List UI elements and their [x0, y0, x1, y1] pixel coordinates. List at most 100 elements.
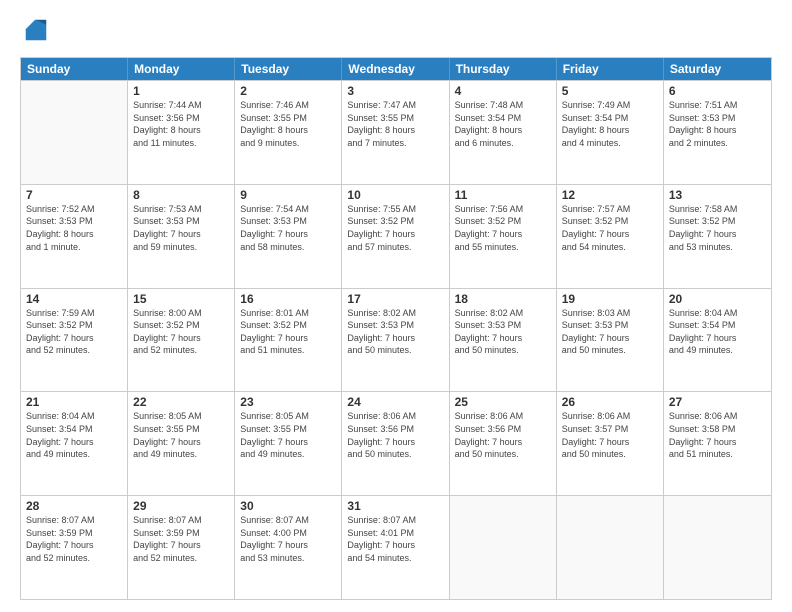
cal-cell: 20Sunrise: 8:04 AM Sunset: 3:54 PM Dayli…	[664, 289, 771, 392]
cal-cell: 17Sunrise: 8:02 AM Sunset: 3:53 PM Dayli…	[342, 289, 449, 392]
cal-cell: 24Sunrise: 8:06 AM Sunset: 3:56 PM Dayli…	[342, 392, 449, 495]
cal-cell: 23Sunrise: 8:05 AM Sunset: 3:55 PM Dayli…	[235, 392, 342, 495]
day-number: 14	[26, 292, 122, 306]
cal-cell: 6Sunrise: 7:51 AM Sunset: 3:53 PM Daylig…	[664, 81, 771, 184]
day-info: Sunrise: 7:57 AM Sunset: 3:52 PM Dayligh…	[562, 203, 658, 253]
day-number: 15	[133, 292, 229, 306]
calendar-body: 1Sunrise: 7:44 AM Sunset: 3:56 PM Daylig…	[21, 80, 771, 599]
day-number: 5	[562, 84, 658, 98]
day-number: 2	[240, 84, 336, 98]
week-row-1: 1Sunrise: 7:44 AM Sunset: 3:56 PM Daylig…	[21, 80, 771, 184]
day-number: 16	[240, 292, 336, 306]
logo-text	[20, 16, 50, 49]
day-info: Sunrise: 8:02 AM Sunset: 3:53 PM Dayligh…	[347, 307, 443, 357]
day-info: Sunrise: 8:07 AM Sunset: 4:00 PM Dayligh…	[240, 514, 336, 564]
day-info: Sunrise: 7:51 AM Sunset: 3:53 PM Dayligh…	[669, 99, 766, 149]
day-number: 25	[455, 395, 551, 409]
cal-cell: 1Sunrise: 7:44 AM Sunset: 3:56 PM Daylig…	[128, 81, 235, 184]
cal-cell: 22Sunrise: 8:05 AM Sunset: 3:55 PM Dayli…	[128, 392, 235, 495]
day-number: 20	[669, 292, 766, 306]
cal-cell: 30Sunrise: 8:07 AM Sunset: 4:00 PM Dayli…	[235, 496, 342, 599]
day-number: 4	[455, 84, 551, 98]
day-info: Sunrise: 8:07 AM Sunset: 4:01 PM Dayligh…	[347, 514, 443, 564]
day-number: 10	[347, 188, 443, 202]
week-row-5: 28Sunrise: 8:07 AM Sunset: 3:59 PM Dayli…	[21, 495, 771, 599]
cal-cell: 15Sunrise: 8:00 AM Sunset: 3:52 PM Dayli…	[128, 289, 235, 392]
cal-cell: 28Sunrise: 8:07 AM Sunset: 3:59 PM Dayli…	[21, 496, 128, 599]
cal-cell: 12Sunrise: 7:57 AM Sunset: 3:52 PM Dayli…	[557, 185, 664, 288]
cal-cell: 3Sunrise: 7:47 AM Sunset: 3:55 PM Daylig…	[342, 81, 449, 184]
day-info: Sunrise: 8:07 AM Sunset: 3:59 PM Dayligh…	[26, 514, 122, 564]
cal-cell: 2Sunrise: 7:46 AM Sunset: 3:55 PM Daylig…	[235, 81, 342, 184]
day-header-thursday: Thursday	[450, 58, 557, 80]
day-info: Sunrise: 7:48 AM Sunset: 3:54 PM Dayligh…	[455, 99, 551, 149]
header	[20, 16, 772, 49]
day-info: Sunrise: 8:03 AM Sunset: 3:53 PM Dayligh…	[562, 307, 658, 357]
cal-cell: 18Sunrise: 8:02 AM Sunset: 3:53 PM Dayli…	[450, 289, 557, 392]
day-number: 27	[669, 395, 766, 409]
logo	[20, 16, 50, 49]
day-number: 30	[240, 499, 336, 513]
cal-cell	[664, 496, 771, 599]
cal-cell: 13Sunrise: 7:58 AM Sunset: 3:52 PM Dayli…	[664, 185, 771, 288]
cal-cell: 16Sunrise: 8:01 AM Sunset: 3:52 PM Dayli…	[235, 289, 342, 392]
cal-cell: 29Sunrise: 8:07 AM Sunset: 3:59 PM Dayli…	[128, 496, 235, 599]
day-info: Sunrise: 7:46 AM Sunset: 3:55 PM Dayligh…	[240, 99, 336, 149]
day-info: Sunrise: 8:06 AM Sunset: 3:58 PM Dayligh…	[669, 410, 766, 460]
day-number: 13	[669, 188, 766, 202]
day-number: 17	[347, 292, 443, 306]
day-info: Sunrise: 8:06 AM Sunset: 3:56 PM Dayligh…	[455, 410, 551, 460]
day-info: Sunrise: 8:07 AM Sunset: 3:59 PM Dayligh…	[133, 514, 229, 564]
day-info: Sunrise: 8:05 AM Sunset: 3:55 PM Dayligh…	[133, 410, 229, 460]
week-row-2: 7Sunrise: 7:52 AM Sunset: 3:53 PM Daylig…	[21, 184, 771, 288]
day-info: Sunrise: 7:59 AM Sunset: 3:52 PM Dayligh…	[26, 307, 122, 357]
cal-cell: 31Sunrise: 8:07 AM Sunset: 4:01 PM Dayli…	[342, 496, 449, 599]
day-info: Sunrise: 8:02 AM Sunset: 3:53 PM Dayligh…	[455, 307, 551, 357]
cal-cell: 10Sunrise: 7:55 AM Sunset: 3:52 PM Dayli…	[342, 185, 449, 288]
day-header-sunday: Sunday	[21, 58, 128, 80]
day-number: 19	[562, 292, 658, 306]
day-header-wednesday: Wednesday	[342, 58, 449, 80]
day-header-tuesday: Tuesday	[235, 58, 342, 80]
day-number: 1	[133, 84, 229, 98]
day-number: 3	[347, 84, 443, 98]
day-info: Sunrise: 8:06 AM Sunset: 3:56 PM Dayligh…	[347, 410, 443, 460]
day-number: 7	[26, 188, 122, 202]
cal-cell: 21Sunrise: 8:04 AM Sunset: 3:54 PM Dayli…	[21, 392, 128, 495]
day-header-monday: Monday	[128, 58, 235, 80]
day-number: 21	[26, 395, 122, 409]
cal-cell: 8Sunrise: 7:53 AM Sunset: 3:53 PM Daylig…	[128, 185, 235, 288]
day-info: Sunrise: 7:55 AM Sunset: 3:52 PM Dayligh…	[347, 203, 443, 253]
cal-cell: 5Sunrise: 7:49 AM Sunset: 3:54 PM Daylig…	[557, 81, 664, 184]
day-number: 28	[26, 499, 122, 513]
calendar-header: SundayMondayTuesdayWednesdayThursdayFrid…	[21, 58, 771, 80]
cal-cell: 26Sunrise: 8:06 AM Sunset: 3:57 PM Dayli…	[557, 392, 664, 495]
week-row-3: 14Sunrise: 7:59 AM Sunset: 3:52 PM Dayli…	[21, 288, 771, 392]
day-number: 24	[347, 395, 443, 409]
cal-cell: 4Sunrise: 7:48 AM Sunset: 3:54 PM Daylig…	[450, 81, 557, 184]
day-number: 22	[133, 395, 229, 409]
cal-cell	[21, 81, 128, 184]
day-number: 23	[240, 395, 336, 409]
day-number: 12	[562, 188, 658, 202]
day-info: Sunrise: 8:06 AM Sunset: 3:57 PM Dayligh…	[562, 410, 658, 460]
cal-cell	[450, 496, 557, 599]
cal-cell: 27Sunrise: 8:06 AM Sunset: 3:58 PM Dayli…	[664, 392, 771, 495]
week-row-4: 21Sunrise: 8:04 AM Sunset: 3:54 PM Dayli…	[21, 391, 771, 495]
day-info: Sunrise: 7:56 AM Sunset: 3:52 PM Dayligh…	[455, 203, 551, 253]
cal-cell: 19Sunrise: 8:03 AM Sunset: 3:53 PM Dayli…	[557, 289, 664, 392]
day-header-saturday: Saturday	[664, 58, 771, 80]
day-info: Sunrise: 8:04 AM Sunset: 3:54 PM Dayligh…	[669, 307, 766, 357]
cal-cell: 11Sunrise: 7:56 AM Sunset: 3:52 PM Dayli…	[450, 185, 557, 288]
day-info: Sunrise: 8:05 AM Sunset: 3:55 PM Dayligh…	[240, 410, 336, 460]
cal-cell: 25Sunrise: 8:06 AM Sunset: 3:56 PM Dayli…	[450, 392, 557, 495]
day-number: 26	[562, 395, 658, 409]
calendar: SundayMondayTuesdayWednesdayThursdayFrid…	[20, 57, 772, 600]
day-info: Sunrise: 8:01 AM Sunset: 3:52 PM Dayligh…	[240, 307, 336, 357]
day-number: 29	[133, 499, 229, 513]
day-header-friday: Friday	[557, 58, 664, 80]
day-info: Sunrise: 8:04 AM Sunset: 3:54 PM Dayligh…	[26, 410, 122, 460]
page: SundayMondayTuesdayWednesdayThursdayFrid…	[0, 0, 792, 612]
day-number: 9	[240, 188, 336, 202]
day-info: Sunrise: 7:44 AM Sunset: 3:56 PM Dayligh…	[133, 99, 229, 149]
